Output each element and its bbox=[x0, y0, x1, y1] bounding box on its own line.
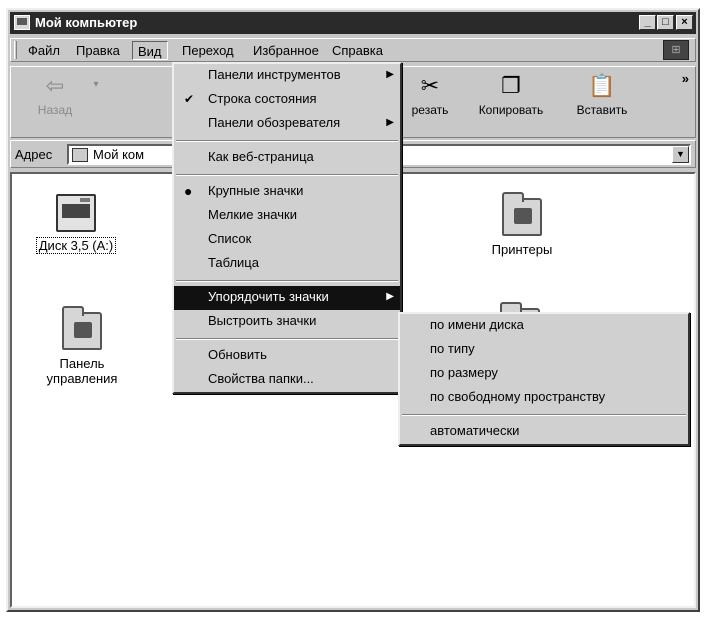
menu-help[interactable]: Справка bbox=[327, 41, 388, 60]
menu-separator bbox=[402, 414, 686, 416]
menu-item-label: Панели обозревателя bbox=[208, 115, 341, 130]
menu-item-label: Обновить bbox=[208, 347, 267, 362]
menu-item-details[interactable]: Таблица bbox=[174, 252, 400, 276]
menubar-grip[interactable] bbox=[14, 41, 17, 59]
menu-edit[interactable]: Правка bbox=[71, 41, 125, 60]
submenu-item-auto-arrange[interactable]: автоматически bbox=[400, 420, 688, 444]
submenu-arrow-icon: ▶ bbox=[386, 69, 394, 80]
menu-bar: Файл Правка Вид Переход Избранное Справк… bbox=[10, 38, 696, 62]
menu-item-label: Таблица bbox=[208, 255, 259, 270]
menu-item-label: автоматически bbox=[430, 423, 520, 438]
menu-item-label: по имени диска bbox=[430, 317, 524, 332]
menu-item-large-icons[interactable]: ● Крупные значки bbox=[174, 180, 400, 204]
menu-item-explorer-bars[interactable]: Панели обозревателя ▶ bbox=[174, 112, 400, 136]
radio-dot-icon: ● bbox=[184, 183, 193, 199]
window-title: Мой компьютер bbox=[35, 15, 138, 30]
address-value: Мой ком bbox=[93, 147, 145, 162]
menu-item-label: Строка состояния bbox=[208, 91, 317, 106]
back-dropdown[interactable]: ▾ bbox=[89, 79, 103, 90]
paste-label: Вставить bbox=[576, 103, 628, 117]
menu-item-line-up-icons[interactable]: Выстроить значки bbox=[174, 310, 400, 334]
paste-button[interactable]: 📋 Вставить bbox=[565, 73, 639, 117]
copy-button[interactable]: ❐ Копировать bbox=[469, 73, 553, 117]
menu-item-list[interactable]: Список bbox=[174, 228, 400, 252]
paste-icon: 📋 bbox=[588, 73, 616, 98]
cut-label: резать bbox=[411, 103, 449, 117]
scissors-icon: ✂ bbox=[420, 73, 440, 98]
copy-label: Копировать bbox=[478, 103, 544, 117]
menu-separator bbox=[176, 280, 398, 282]
view-menu: Панели инструментов ▶ ✔ Строка состояния П… bbox=[172, 62, 402, 394]
menu-item-as-web-page[interactable]: Как веб-страница bbox=[174, 146, 400, 170]
file-item-label: Диск 3,5 (A:) bbox=[35, 237, 117, 254]
submenu-arrow-icon: ▶ bbox=[386, 117, 394, 128]
address-label: Адрес bbox=[15, 147, 53, 162]
minimize-button[interactable]: _ bbox=[639, 15, 656, 30]
file-item[interactable]: Панель управления bbox=[32, 306, 132, 386]
menu-item-arrange-icons[interactable]: Упорядочить значки ▶ bbox=[174, 286, 400, 310]
explorer-window: Мой компьютер _ □ × Файл Правка Вид Пере… bbox=[6, 8, 700, 612]
windows-logo-icon: ⊞ bbox=[663, 40, 689, 60]
floppy-drive-icon bbox=[56, 194, 96, 232]
menu-item-label: по типу bbox=[430, 341, 475, 356]
submenu-item-by-free-space[interactable]: по свободному пространству bbox=[400, 386, 688, 410]
menu-item-label: Выстроить значки bbox=[208, 313, 317, 328]
menu-go[interactable]: Переход bbox=[177, 41, 239, 60]
menu-item-label: Упорядочить значки bbox=[208, 289, 329, 304]
submenu-item-by-size[interactable]: по размеру bbox=[400, 362, 688, 386]
menu-item-folder-options[interactable]: Свойства папки... bbox=[174, 368, 400, 392]
computer-icon bbox=[72, 148, 88, 162]
submenu-arrow-icon: ▶ bbox=[386, 291, 394, 302]
menu-item-label: Панели инструментов bbox=[208, 67, 341, 82]
submenu-item-by-type[interactable]: по типу bbox=[400, 338, 688, 362]
menu-separator bbox=[176, 174, 398, 176]
menu-item-refresh[interactable]: Обновить bbox=[174, 344, 400, 368]
file-item-label: Принтеры bbox=[491, 242, 553, 257]
checkmark-icon: ✔ bbox=[184, 92, 195, 106]
menu-separator bbox=[176, 338, 398, 340]
file-item[interactable]: Принтеры bbox=[472, 192, 572, 257]
menu-item-toolbars[interactable]: Панели инструментов ▶ bbox=[174, 64, 400, 88]
menu-item-status-bar[interactable]: ✔ Строка состояния bbox=[174, 88, 400, 112]
close-button[interactable]: × bbox=[676, 15, 693, 30]
menu-item-label: по свободному пространству bbox=[430, 389, 606, 404]
menu-item-label: Как веб-страница bbox=[208, 149, 314, 164]
back-arrow-icon: ⇦ bbox=[45, 73, 65, 98]
menu-file[interactable]: Файл bbox=[23, 41, 65, 60]
arrange-icons-submenu: по имени диска по типу по размеру по сво… bbox=[398, 312, 690, 446]
control-panel-folder-icon bbox=[62, 306, 102, 350]
back-label: Назад bbox=[37, 103, 73, 117]
computer-icon bbox=[14, 15, 30, 30]
file-item-label: Панель управления bbox=[46, 356, 118, 386]
printers-folder-icon bbox=[502, 192, 542, 236]
maximize-button[interactable]: □ bbox=[657, 15, 674, 30]
menu-favorites[interactable]: Избранное bbox=[248, 41, 324, 60]
menu-item-label: Крупные значки bbox=[208, 183, 304, 198]
title-bar[interactable]: Мой компьютер _ □ × bbox=[10, 12, 696, 34]
toolbar-chevron[interactable]: » bbox=[682, 71, 689, 86]
menu-item-small-icons[interactable]: Мелкие значки bbox=[174, 204, 400, 228]
menu-view[interactable]: Вид bbox=[132, 41, 168, 60]
menu-separator bbox=[176, 140, 398, 142]
menu-item-label: Свойства папки... bbox=[208, 371, 314, 386]
copy-icon: ❐ bbox=[501, 73, 521, 98]
menu-item-label: Список bbox=[208, 231, 252, 246]
file-item[interactable]: Диск 3,5 (A:) bbox=[26, 194, 126, 254]
back-button[interactable]: ⇦ Назад bbox=[25, 73, 85, 117]
cut-button[interactable]: ✂ резать bbox=[403, 73, 457, 117]
address-dropdown-button[interactable]: ▼ bbox=[672, 146, 689, 163]
submenu-item-by-name[interactable]: по имени диска bbox=[400, 314, 688, 338]
menu-item-label: по размеру bbox=[430, 365, 498, 380]
menu-item-label: Мелкие значки bbox=[208, 207, 297, 222]
